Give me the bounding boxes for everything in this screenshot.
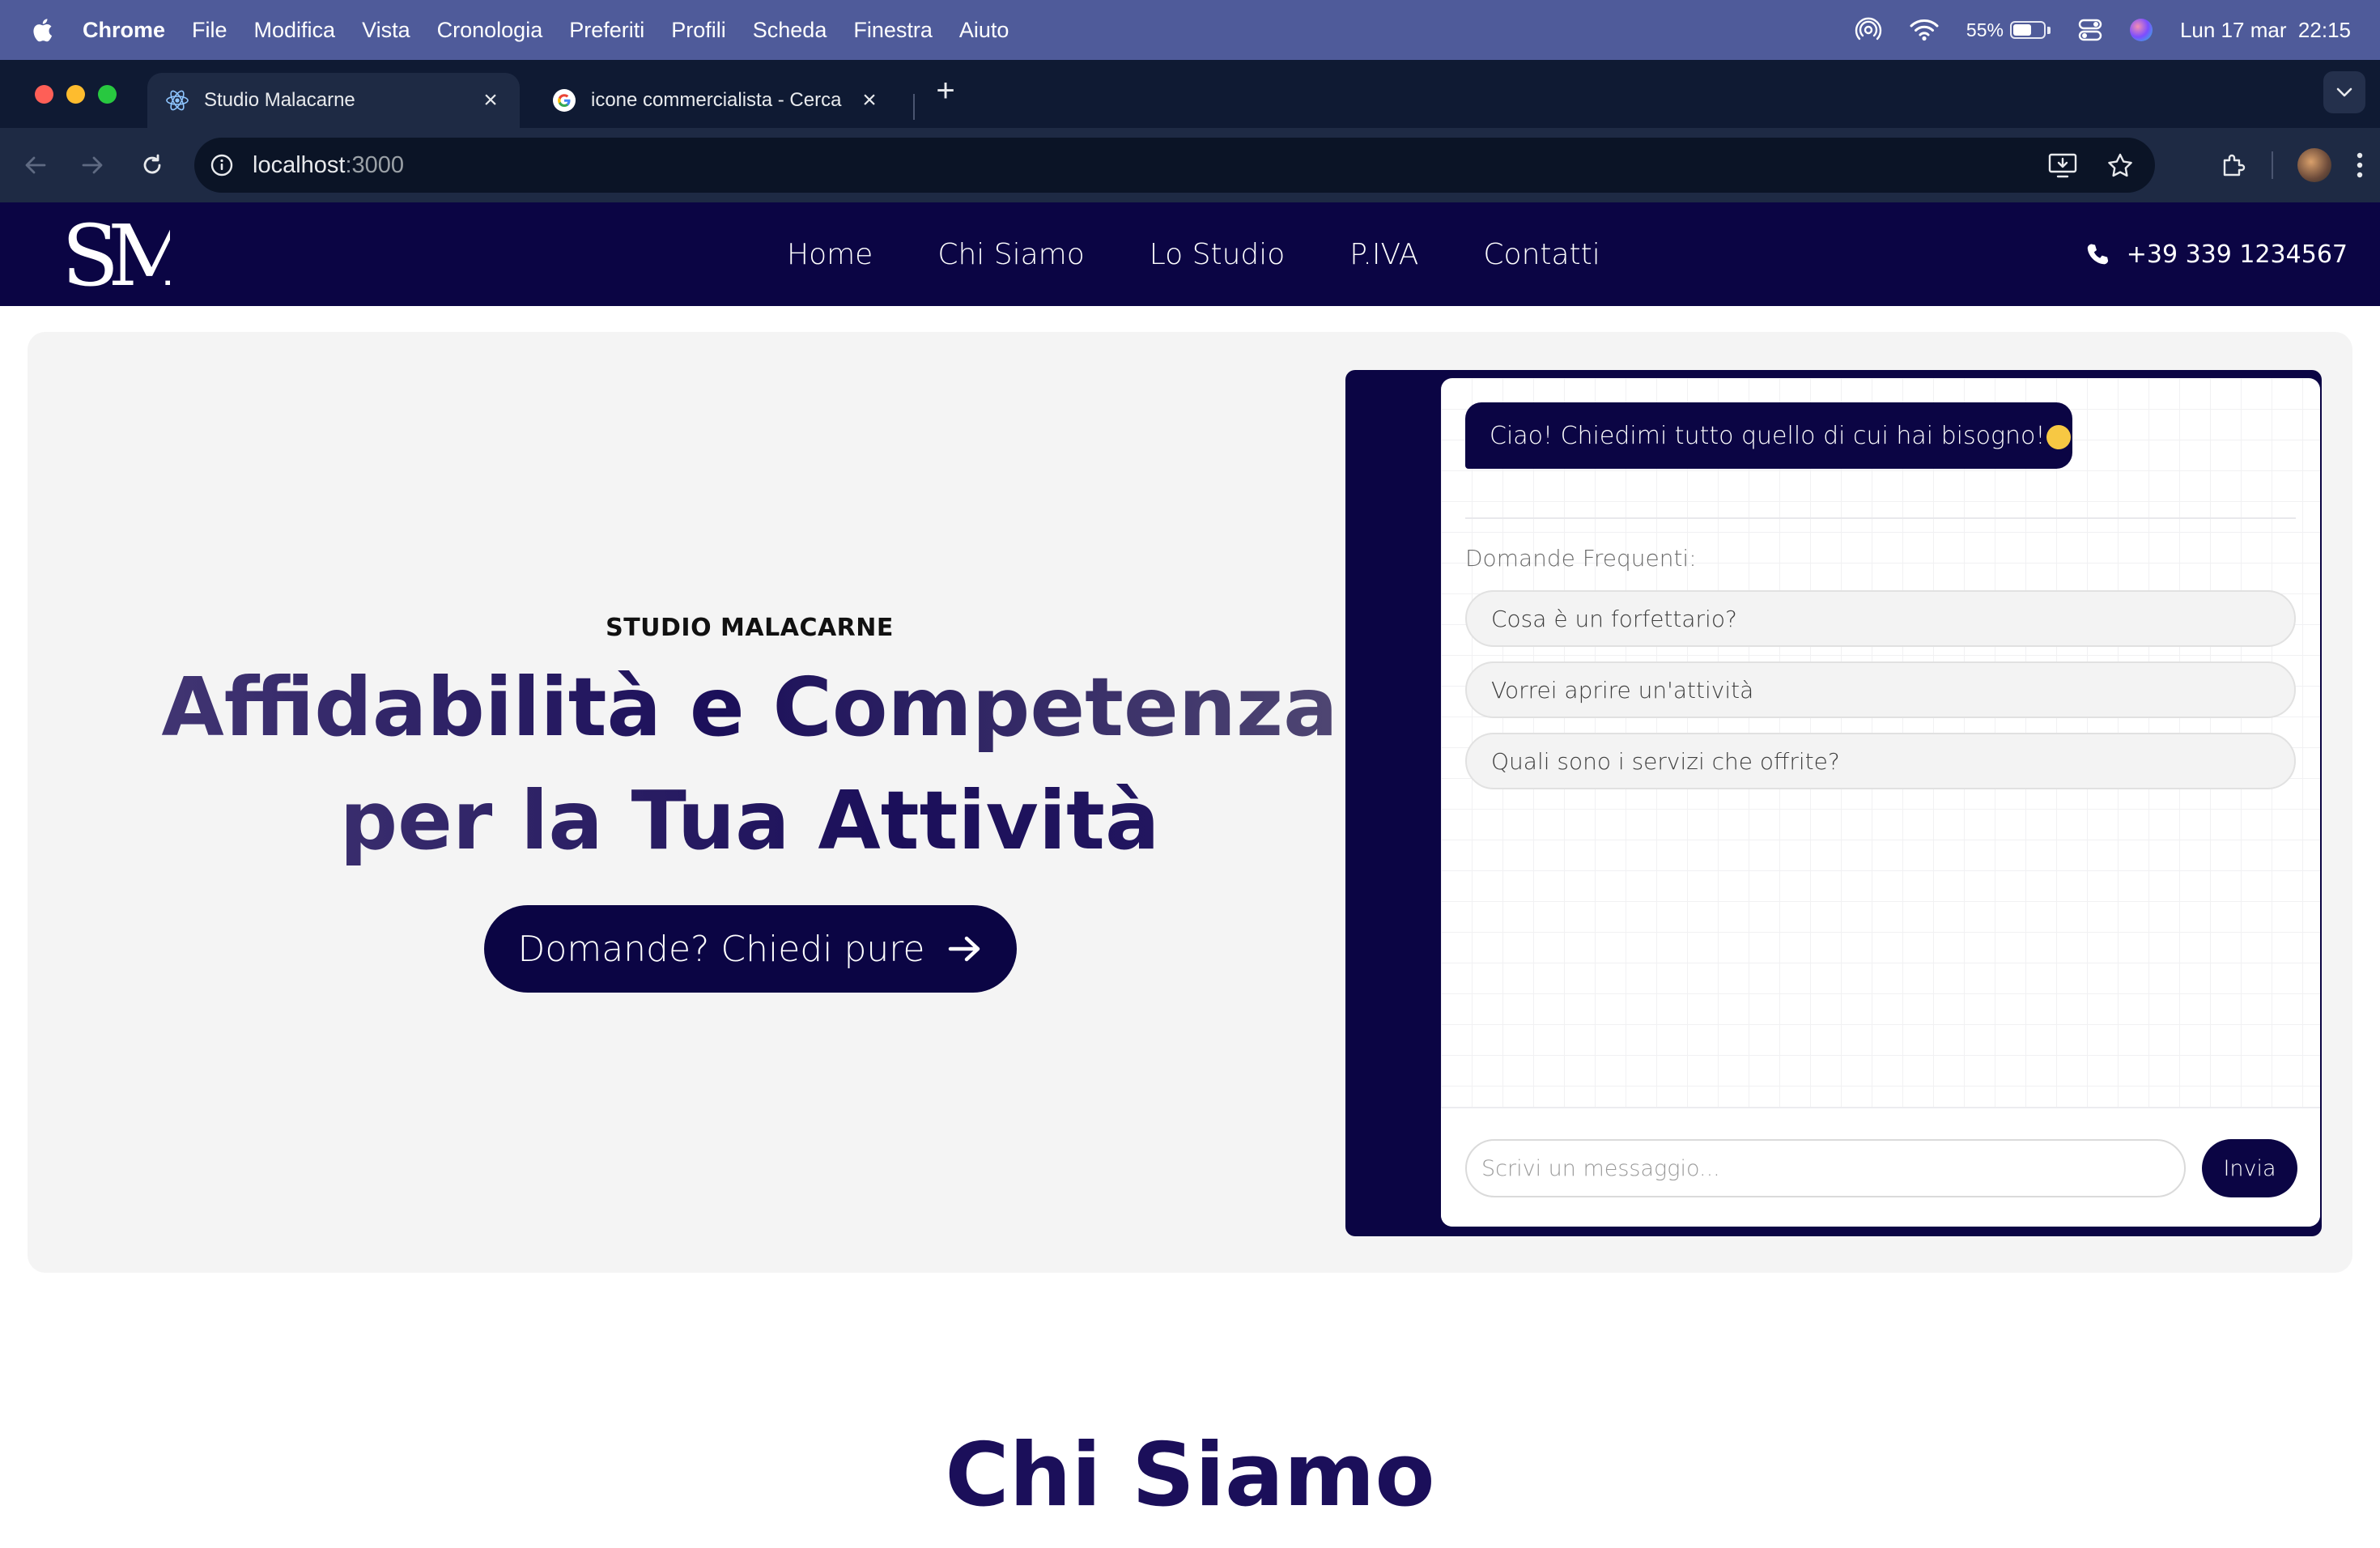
- more-menu-icon[interactable]: [2356, 151, 2364, 179]
- faq-chip-forfettario[interactable]: Cosa è un forfettario?: [1465, 590, 2296, 647]
- browser-tab-strip: Studio Malacarne × icone commercialista …: [0, 60, 2380, 128]
- apple-icon[interactable]: [29, 16, 53, 44]
- phone-link[interactable]: +39 339 1234567: [2085, 202, 2348, 306]
- chat-divider: [1465, 517, 2296, 519]
- nav-piva[interactable]: P.IVA: [1349, 238, 1418, 271]
- phone-icon: [2087, 244, 2108, 265]
- menu-item-profili[interactable]: Profili: [671, 18, 726, 43]
- control-center-icon[interactable]: [2078, 19, 2102, 41]
- profile-avatar[interactable]: [2297, 148, 2331, 182]
- faq-chip-aprire-attivita[interactable]: Vorrei aprire un'attività: [1465, 661, 2296, 718]
- hero-headline-line2: per la Tua Attività: [28, 764, 1472, 878]
- cta-label: Domande? Chiedi pure: [517, 928, 925, 970]
- url-text[interactable]: localhost:3000: [253, 152, 404, 179]
- menu-item-vista[interactable]: Vista: [362, 18, 410, 43]
- arrow-left-icon: [25, 156, 46, 174]
- hero-content: STUDIO MALACARNE Affidabilità e Competen…: [28, 332, 1472, 1273]
- menu-item-finestra[interactable]: Finestra: [853, 18, 933, 43]
- battery-indicator[interactable]: 55%: [1966, 19, 2051, 41]
- menu-item-modifica[interactable]: Modifica: [254, 18, 336, 43]
- window-close-button[interactable]: [35, 85, 53, 104]
- install-app-icon[interactable]: [2048, 152, 2077, 178]
- hero-kicker: STUDIO MALACARNE: [606, 614, 894, 642]
- tab-google-search[interactable]: icone commercialista - Cerca ×: [534, 73, 899, 128]
- menu-datetime[interactable]: Lun 17 mar 22:15: [2180, 18, 2351, 43]
- bot-message-text: Ciao! Chiedimi tutto quello di cui hai b…: [1490, 421, 2046, 450]
- nav-chi-siamo[interactable]: Chi Siamo: [937, 238, 1084, 271]
- hero-headline-line1: Affidabilità e Competenza: [28, 651, 1472, 764]
- nav-home[interactable]: Home: [787, 238, 873, 271]
- reload-button[interactable]: [134, 147, 170, 183]
- new-tab-plus-icon[interactable]: +: [929, 74, 962, 108]
- url-port: :3000: [345, 151, 405, 178]
- extensions-icon[interactable]: [2218, 151, 2247, 180]
- menu-app-name[interactable]: Chrome: [83, 18, 165, 43]
- faq-chip-servizi[interactable]: Quali sono i servizi che offrite?: [1465, 733, 2296, 789]
- window-minimize-button[interactable]: [66, 85, 85, 104]
- main-nav: Home Chi Siamo Lo Studio P.IVA Contatti: [787, 202, 1600, 306]
- studio-malacarne-logo[interactable]: SM: [63, 219, 170, 291]
- nav-lo-studio[interactable]: Lo Studio: [1150, 238, 1286, 271]
- smiling-face-icon: [2046, 425, 2072, 449]
- airdrop-icon[interactable]: [1855, 16, 1882, 44]
- menu-item-aiuto[interactable]: Aiuto: [959, 18, 1009, 43]
- hero-headline: Affidabilità e Competenza per la Tua Att…: [28, 651, 1472, 878]
- toolbar-divider: [2272, 151, 2273, 179]
- google-icon: [552, 88, 576, 113]
- send-button[interactable]: Invia: [2202, 1139, 2297, 1197]
- tab-search-button[interactable]: [2323, 71, 2365, 113]
- react-icon: [165, 88, 189, 113]
- siri-icon[interactable]: [2129, 19, 2153, 41]
- battery-percent: 55%: [1966, 19, 2004, 40]
- tab-close-icon[interactable]: ×: [479, 87, 502, 114]
- chat-panel: Ciao! Chiedimi tutto quello di cui hai b…: [1441, 378, 2320, 1227]
- nav-contatti[interactable]: Contatti: [1483, 238, 1600, 271]
- logo-text: SM: [63, 219, 170, 291]
- tab-separator: [913, 94, 915, 120]
- reload-icon: [143, 154, 161, 174]
- back-button[interactable]: [18, 147, 53, 183]
- bookmark-star-icon[interactable]: [2106, 152, 2134, 178]
- tab-close-icon[interactable]: ×: [858, 87, 881, 114]
- browser-toolbar: localhost:3000: [0, 128, 2380, 202]
- window-zoom-button[interactable]: [98, 85, 117, 104]
- wifi-icon[interactable]: [1910, 19, 1939, 41]
- menu-item-cronologia[interactable]: Cronologia: [437, 18, 543, 43]
- address-bar[interactable]: localhost:3000: [194, 138, 2155, 193]
- arrow-right-icon: [82, 156, 103, 174]
- macos-menu-bar: Chrome File Modifica Vista Cronologia Pr…: [0, 0, 2380, 60]
- chevron-down-icon: [2336, 87, 2352, 97]
- site-header: SM Home Chi Siamo Lo Studio P.IVA Contat…: [0, 202, 2380, 306]
- menu-item-file[interactable]: File: [192, 18, 227, 43]
- faq-label: Domande Frequenti:: [1465, 545, 1697, 572]
- tab-title: Studio Malacarne: [204, 89, 355, 111]
- forward-button[interactable]: [74, 147, 110, 183]
- chi-siamo-heading: Chi Siamo: [945, 1425, 1435, 1526]
- tab-studio-malacarne[interactable]: Studio Malacarne ×: [147, 73, 520, 128]
- tab-title: icone commercialista - Cerca: [591, 89, 842, 111]
- ask-questions-button[interactable]: Domande? Chiedi pure: [484, 905, 1017, 993]
- url-host: localhost: [253, 151, 346, 178]
- menu-item-preferiti[interactable]: Preferiti: [569, 18, 644, 43]
- bot-message-bubble: Ciao! Chiedimi tutto quello di cui hai b…: [1465, 402, 2072, 469]
- chat-input-bar: Invia: [1441, 1107, 2320, 1227]
- battery-icon: [2009, 21, 2046, 39]
- phone-number: +39 339 1234567: [2126, 240, 2348, 269]
- chat-message-input[interactable]: [1465, 1139, 2186, 1197]
- menu-item-scheda[interactable]: Scheda: [753, 18, 827, 43]
- site-info-icon[interactable]: [207, 151, 236, 180]
- arrow-right-icon: [949, 936, 980, 962]
